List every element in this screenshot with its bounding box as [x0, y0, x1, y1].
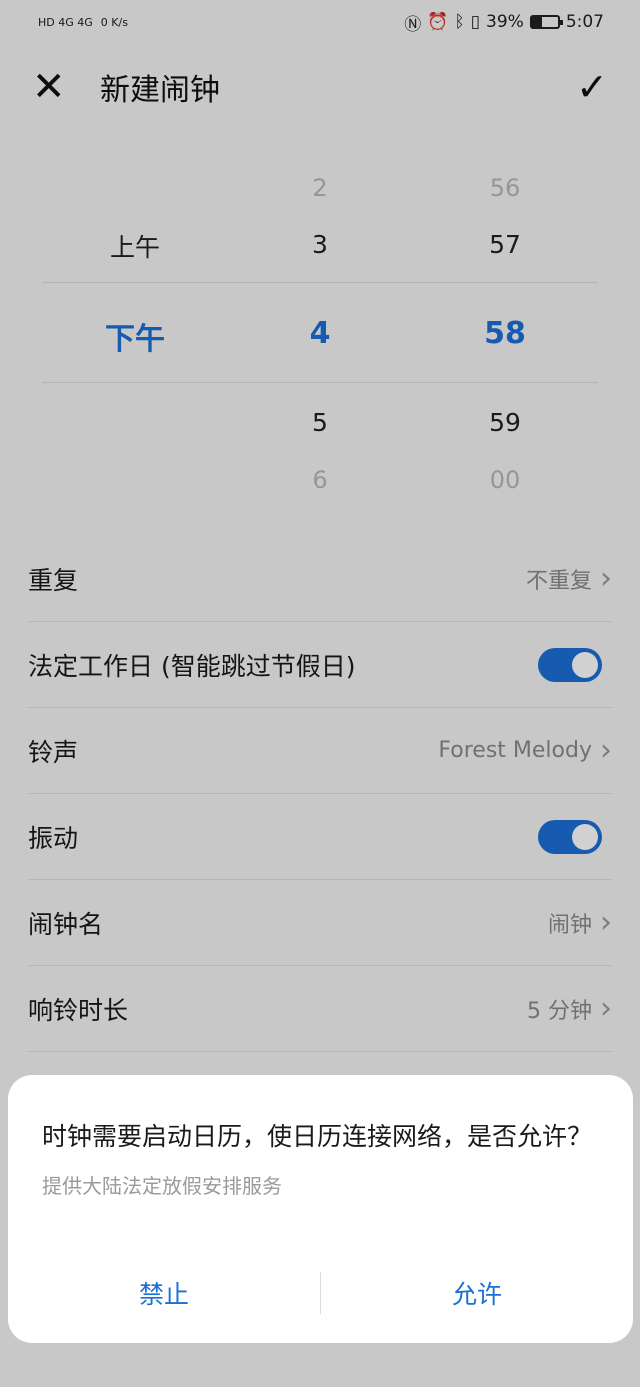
dialog-actions: 禁止 允许	[8, 1271, 633, 1315]
dialog-message: 时钟需要启动日历，使日历连接网络，是否允许？	[42, 1122, 593, 1151]
allow-button[interactable]: 允许	[321, 1275, 633, 1311]
permission-dialog: 时钟需要启动日历，使日历连接网络，是否允许？ 提供大陆法定放假安排服务 禁止 允…	[8, 1075, 633, 1343]
dialog-subtext: 提供大陆法定放假安排服务	[42, 1174, 282, 1198]
deny-button[interactable]: 禁止	[8, 1275, 320, 1311]
